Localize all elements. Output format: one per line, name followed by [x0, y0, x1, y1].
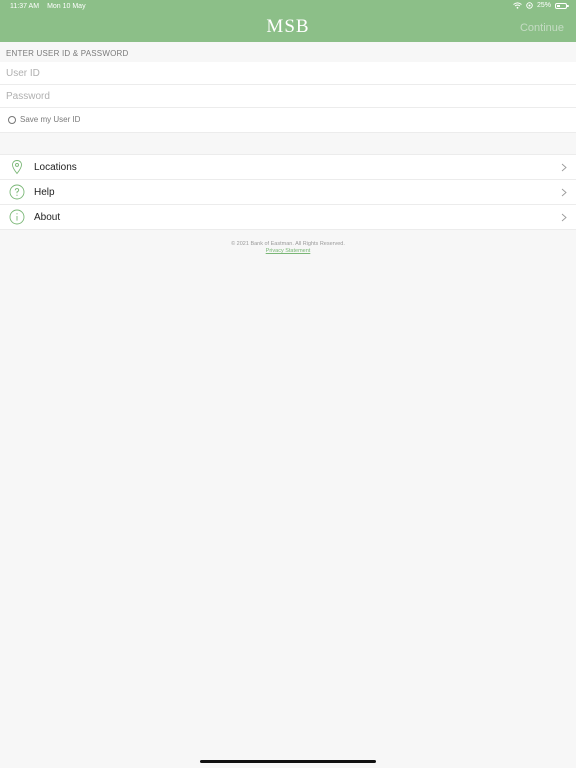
password-row — [0, 85, 576, 108]
privacy-statement-link[interactable]: Privacy Statement — [266, 248, 311, 254]
status-time: 11:37 AM — [10, 3, 40, 10]
menu-item-about[interactable]: About — [0, 205, 576, 230]
copyright-text: © 2021 Bank of Eastman. All Rights Reser… — [231, 241, 345, 247]
wifi-icon — [513, 2, 522, 9]
app-header: 11:37 AM Mon 10 May 25% MSB Continue — [0, 0, 576, 42]
user-id-input[interactable] — [6, 62, 566, 84]
chevron-right-icon — [561, 213, 567, 222]
question-icon — [9, 184, 25, 200]
home-indicator[interactable] — [200, 760, 376, 763]
save-user-id-radio[interactable] — [8, 116, 16, 124]
save-user-id-row[interactable]: Save my User ID — [0, 108, 576, 133]
user-id-row — [0, 62, 576, 85]
chevron-right-icon — [561, 188, 567, 197]
status-bar: 11:37 AM Mon 10 May 25% — [0, 0, 576, 14]
login-section-label: ENTER USER ID & PASSWORD — [6, 49, 129, 58]
menu-label-about: About — [34, 212, 61, 223]
menu-item-help[interactable]: Help — [0, 180, 576, 205]
battery-percentage: 25% — [536, 2, 551, 9]
status-date: Mon 10 May — [47, 3, 86, 10]
menu-list: Locations Help About — [0, 154, 576, 230]
chevron-right-icon — [561, 163, 567, 172]
location-icon — [526, 2, 533, 9]
menu-label-locations: Locations — [34, 162, 77, 173]
continue-button[interactable]: Continue — [520, 22, 564, 34]
info-icon — [9, 209, 25, 225]
location-pin-icon — [12, 160, 22, 175]
bank-logo: MSB — [266, 16, 310, 37]
footer: © 2021 Bank of Eastman. All Rights Reser… — [0, 241, 576, 255]
password-input[interactable] — [6, 85, 566, 107]
menu-label-help: Help — [34, 187, 55, 198]
battery-icon — [555, 2, 569, 9]
save-user-id-label: Save my User ID — [20, 115, 81, 124]
menu-item-locations[interactable]: Locations — [0, 155, 576, 180]
